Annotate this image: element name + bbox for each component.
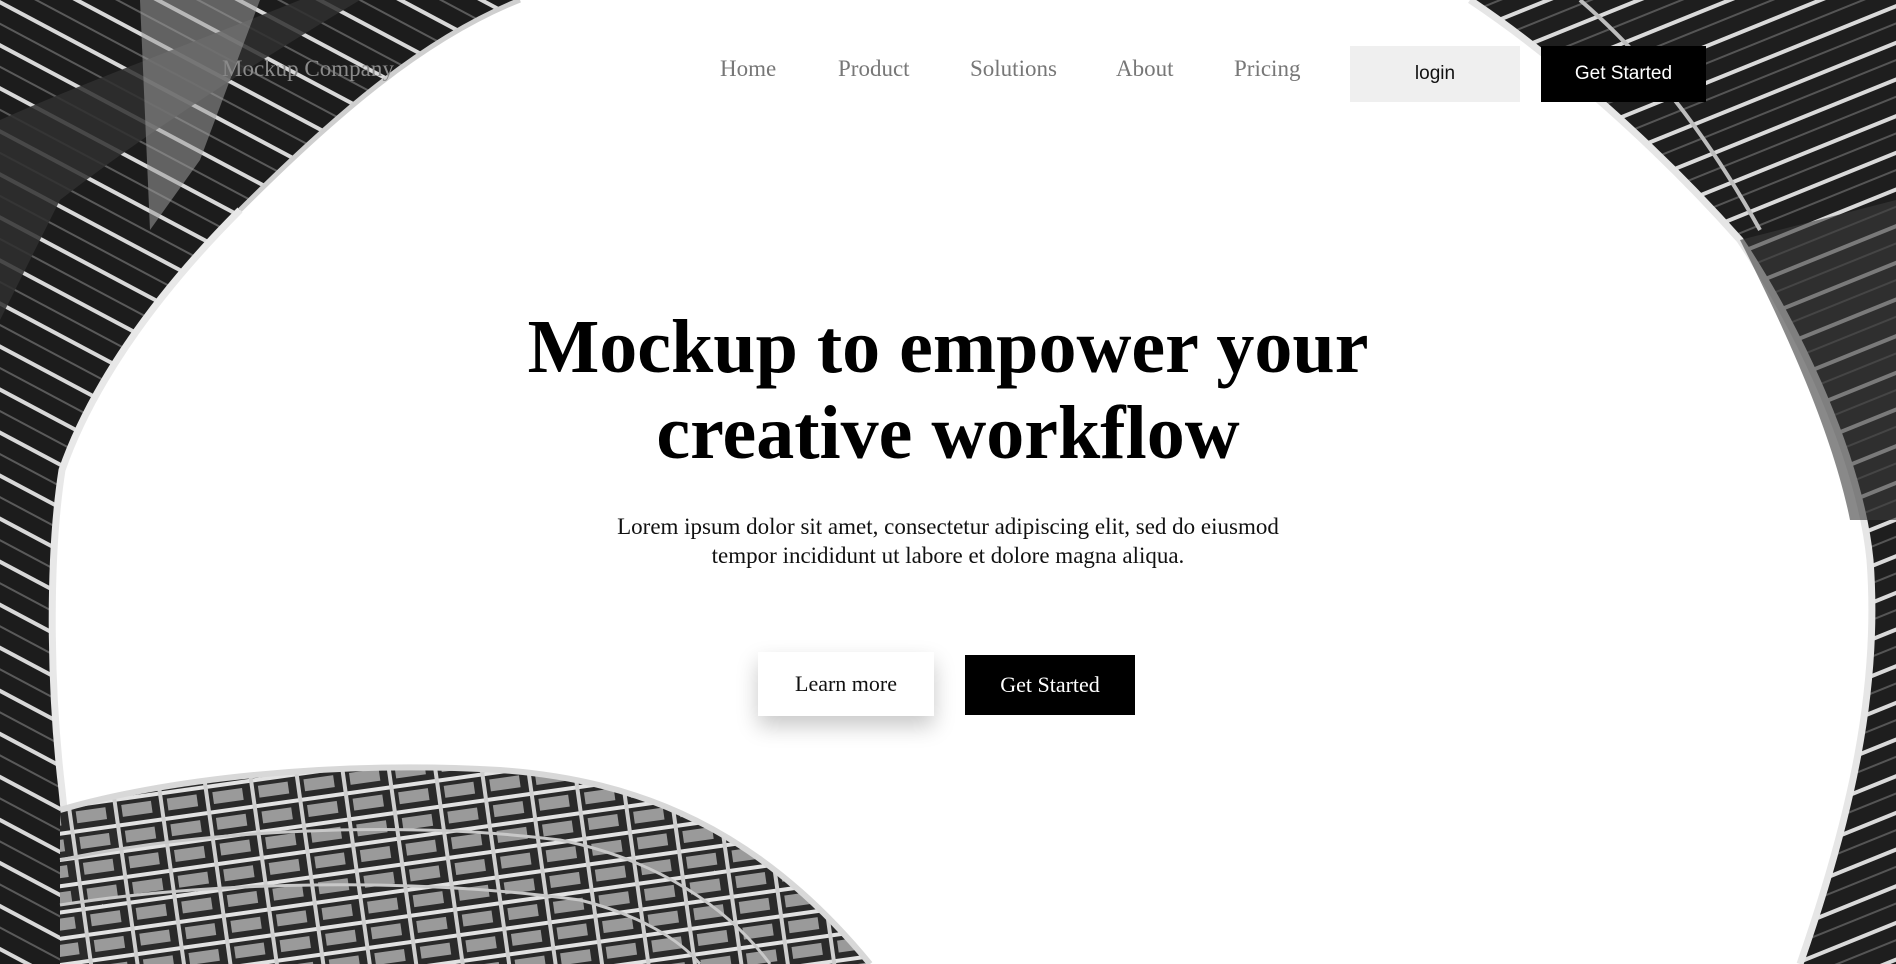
hero-get-started-button[interactable]: Get Started xyxy=(965,655,1135,715)
learn-more-button[interactable]: Learn more xyxy=(758,652,934,716)
nav-get-started-button[interactable]: Get Started xyxy=(1541,46,1706,102)
nav-link-pricing[interactable]: Pricing xyxy=(1234,56,1300,82)
nav-link-product[interactable]: Product xyxy=(838,56,910,82)
brand-logo-text[interactable]: Mockup Company xyxy=(222,56,394,82)
login-button[interactable]: login xyxy=(1350,46,1520,102)
top-navigation: Mockup Company Home Product Solutions Ab… xyxy=(0,0,1896,146)
nav-link-about[interactable]: About xyxy=(1116,56,1174,82)
nav-link-solutions[interactable]: Solutions xyxy=(970,56,1057,82)
nav-link-home[interactable]: Home xyxy=(720,56,776,82)
